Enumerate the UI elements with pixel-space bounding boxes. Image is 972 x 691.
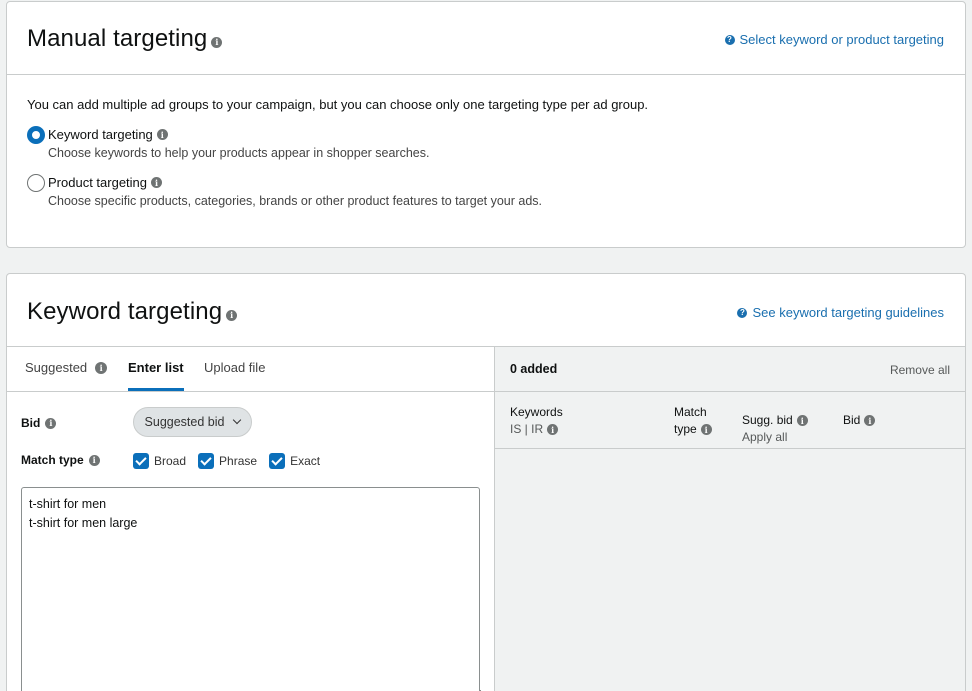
keyword-targeting-option[interactable]: Keyword targeting i Choose keywords to h…	[27, 126, 945, 160]
targeting-intro-text: You can add multiple ad groups to your c…	[27, 97, 649, 112]
tab-upload-file[interactable]: Upload file	[204, 360, 265, 375]
keyword-targeting-desc: Choose keywords to help your products ap…	[48, 146, 430, 160]
phrase-checkbox[interactable]: Phrase	[198, 453, 257, 469]
checkbox-checked-icon[interactable]	[198, 453, 215, 469]
match-type-label: Match type	[21, 453, 84, 467]
bid-field-label: Bid i	[21, 416, 57, 430]
checkbox-checked-icon[interactable]	[269, 453, 286, 469]
manual-targeting-card: Manual targeting i ? Select keyword or p…	[6, 1, 966, 248]
product-targeting-radio[interactable]	[27, 174, 45, 192]
broad-label: Broad	[154, 454, 187, 468]
help-icon: ?	[724, 34, 735, 45]
keyword-targeting-header: Keyword targeting i ? See keyword target…	[7, 274, 965, 347]
info-icon[interactable]: i	[226, 309, 238, 321]
apply-all-link[interactable]: Apply all	[742, 429, 808, 446]
info-icon[interactable]: i	[864, 415, 876, 426]
added-keywords-columns: Keywords IS | IR i Match type i Sugg. bi…	[495, 392, 965, 449]
tab-enter-list[interactable]: Enter list	[128, 360, 184, 375]
keyword-targeting-title-text: Keyword targeting	[27, 298, 223, 325]
keyword-entry-pane: Suggested i Enter list Upload file Bid i…	[7, 347, 495, 691]
guidelines-link-text: See keyword targeting guidelines	[752, 305, 944, 320]
match-type-checkboxes: Broad Phrase Exact	[133, 453, 320, 469]
remove-all-button[interactable]: Remove all	[890, 363, 950, 377]
exact-label: Exact	[290, 454, 321, 468]
col-keywords: Keywords IS | IR i	[510, 404, 563, 438]
match-type-field-label: Match type i	[21, 453, 100, 467]
tab-enter-list-label: Enter list	[128, 360, 184, 375]
keyword-targeting-label: Keyword targeting	[48, 127, 153, 142]
tab-suggested[interactable]: Suggested i	[25, 360, 108, 375]
checkbox-checked-icon[interactable]	[133, 453, 149, 469]
col-sugg-bid-label: Sugg. bid	[742, 413, 793, 427]
keyword-targeting-radio[interactable]	[27, 126, 45, 144]
info-icon[interactable]: i	[796, 415, 808, 426]
info-icon[interactable]: i	[88, 454, 100, 466]
active-tab-indicator	[128, 388, 184, 391]
added-keywords-pane: 0 added Remove all Keywords IS | IR i Ma…	[495, 347, 965, 691]
col-sugg-bid: Sugg. bid i Apply all	[742, 412, 808, 446]
product-targeting-label: Product targeting	[48, 175, 148, 190]
suggested-bid-label: Suggested bid	[144, 415, 225, 429]
phrase-label: Phrase	[219, 454, 258, 468]
col-match-type: Match type i	[674, 404, 712, 438]
col-keywords-label: Keywords	[510, 405, 563, 419]
select-targeting-help-link[interactable]: ? Select keyword or product targeting	[724, 32, 945, 47]
info-icon[interactable]: i	[95, 361, 108, 374]
keyword-guidelines-link[interactable]: ? See keyword targeting guidelines	[737, 305, 944, 320]
suggested-bid-dropdown[interactable]: Suggested bid	[133, 407, 252, 437]
col-bid-label: Bid	[843, 413, 861, 427]
col-bid: Bid i	[843, 412, 876, 429]
product-targeting-desc: Choose specific products, categories, br…	[48, 194, 543, 208]
col-keywords-sub: IS | IR	[510, 422, 544, 436]
tab-upload-file-label: Upload file	[204, 360, 266, 375]
added-keywords-header: 0 added Remove all	[495, 347, 965, 392]
help-link-text: Select keyword or product targeting	[739, 32, 945, 47]
chevron-down-icon	[233, 415, 242, 425]
help-icon: ?	[737, 307, 748, 318]
keyword-list-textarea[interactable]: t-shirt for men t-shirt for men large	[21, 487, 480, 691]
manual-targeting-title: Manual targeting i	[27, 25, 223, 53]
broad-checkbox[interactable]: Broad	[133, 453, 186, 469]
manual-targeting-title-text: Manual targeting	[27, 25, 208, 52]
info-icon[interactable]: i	[547, 424, 559, 435]
tab-suggested-label: Suggested	[25, 360, 88, 375]
keyword-targeting-title: Keyword targeting i	[27, 298, 238, 326]
added-count: 0 added	[510, 362, 558, 376]
col-match-label-2: type	[674, 422, 697, 436]
keyword-targeting-card: Keyword targeting i ? See keyword target…	[6, 273, 966, 691]
exact-checkbox[interactable]: Exact	[269, 453, 320, 469]
product-targeting-option[interactable]: Product targeting i Choose specific prod…	[27, 174, 945, 208]
info-icon[interactable]: i	[211, 36, 223, 48]
bid-label: Bid	[21, 416, 41, 430]
manual-targeting-header: Manual targeting i ? Select keyword or p…	[7, 2, 965, 75]
col-match-label: Match	[674, 405, 707, 419]
info-icon[interactable]: i	[156, 129, 168, 140]
keyword-source-tabs: Suggested i Enter list Upload file	[7, 347, 494, 392]
info-icon[interactable]: i	[151, 177, 163, 188]
info-icon[interactable]: i	[700, 424, 712, 435]
info-icon[interactable]: i	[45, 417, 57, 429]
